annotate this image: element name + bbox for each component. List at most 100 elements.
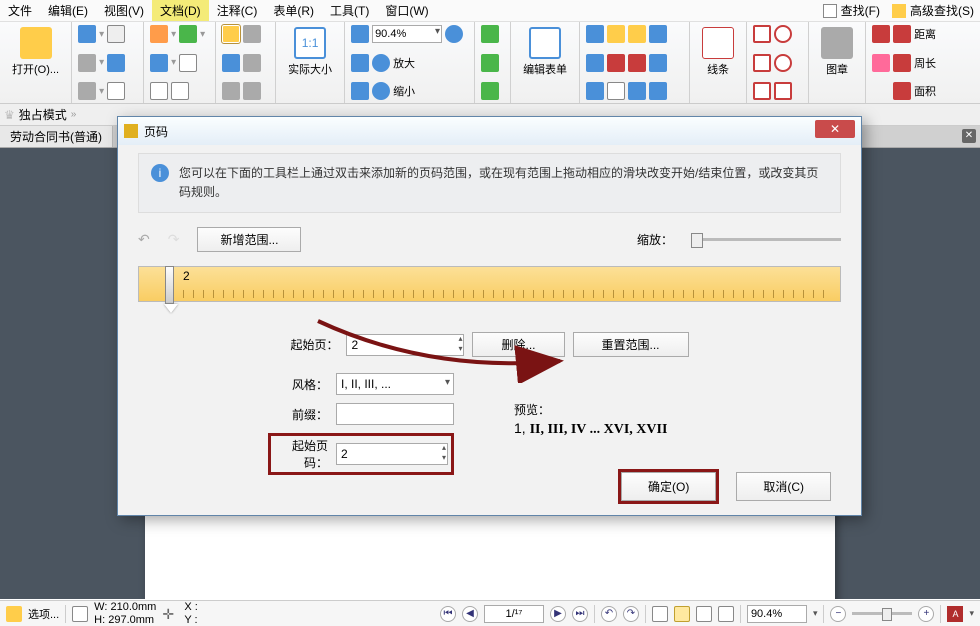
rotate-c-icon[interactable] <box>481 82 499 100</box>
shape5-icon[interactable] <box>753 82 771 100</box>
print-quick-icon[interactable] <box>107 25 125 43</box>
page-input[interactable] <box>484 605 544 623</box>
zoom-in-button[interactable]: + <box>918 606 934 622</box>
crop-icon[interactable] <box>243 82 261 100</box>
fit-page-icon[interactable] <box>351 82 369 100</box>
menu-document[interactable]: 文档(D) <box>152 0 209 21</box>
paste2-icon[interactable] <box>171 82 189 100</box>
zoom-out-button[interactable]: − <box>830 606 846 622</box>
tab-close-button[interactable]: ✕ <box>962 129 976 143</box>
actual-size-button[interactable]: 1:1 实际大小 <box>282 25 338 79</box>
start-num-input[interactable] <box>336 443 448 465</box>
fit-height-icon[interactable] <box>351 54 369 72</box>
edit-form-button[interactable]: 编辑表单 <box>517 25 573 79</box>
style-select[interactable] <box>336 373 454 395</box>
range-handle[interactable] <box>165 266 174 304</box>
shape1-icon[interactable] <box>753 25 771 43</box>
fit-width-icon[interactable] <box>351 25 369 43</box>
rotate-b-icon[interactable] <box>481 54 499 72</box>
layout-facing-icon[interactable] <box>696 606 712 622</box>
next-page-button[interactable]: ▶ <box>550 606 566 622</box>
document-tab[interactable]: 劳动合同书(普通) <box>0 126 113 147</box>
add-range-button[interactable]: 新增范围... <box>197 227 301 252</box>
shape2-icon[interactable] <box>774 25 792 43</box>
menu-comment[interactable]: 注释(C) <box>209 0 266 21</box>
pdf-icon[interactable]: A <box>947 606 963 622</box>
shape4-icon[interactable] <box>774 54 792 72</box>
shape3-icon[interactable] <box>753 54 771 72</box>
t2-icon[interactable] <box>607 25 625 43</box>
v1-icon[interactable] <box>586 82 604 100</box>
perim-icon[interactable] <box>872 54 890 72</box>
prefix-input[interactable] <box>336 403 454 425</box>
options-gear-icon[interactable] <box>6 606 22 622</box>
layout-cont-facing-icon[interactable] <box>718 606 734 622</box>
exclusive-mode-label[interactable]: 独占模式 <box>19 106 67 123</box>
area-icon[interactable] <box>893 82 911 100</box>
u4-icon[interactable] <box>649 54 667 72</box>
v4-icon[interactable] <box>649 82 667 100</box>
cancel-button[interactable]: 取消(C) <box>736 472 831 501</box>
select-icon[interactable] <box>222 82 240 100</box>
layout-cont-icon[interactable] <box>674 606 690 622</box>
dialog-close-button[interactable]: ✕ <box>815 120 855 138</box>
paste-icon[interactable] <box>150 82 168 100</box>
u3-icon[interactable] <box>628 54 646 72</box>
options-label[interactable]: 选项... <box>28 606 59 622</box>
mail-icon[interactable] <box>107 54 125 72</box>
reset-range-button[interactable]: 重置范围... <box>573 332 689 357</box>
line-button[interactable]: 线条 <box>696 25 740 79</box>
zoom-slider[interactable] <box>852 612 912 615</box>
menu-edit[interactable]: 编辑(E) <box>40 0 96 21</box>
dlg-zoom-slider[interactable] <box>691 238 841 241</box>
dialog-titlebar[interactable]: 页码 ✕ <box>118 117 861 145</box>
prev-page-button[interactable]: ◀ <box>462 606 478 622</box>
save-icon[interactable] <box>78 25 96 43</box>
last-page-button[interactable]: ⏭ <box>572 606 588 622</box>
shape6-icon[interactable] <box>774 82 792 100</box>
snapshot-icon[interactable] <box>243 25 261 43</box>
rotate-a-icon[interactable] <box>481 25 499 43</box>
start-page-input[interactable] <box>346 334 464 356</box>
delete-button[interactable]: 删除... <box>472 332 564 357</box>
zoom-in-icon[interactable] <box>372 54 390 72</box>
open-button[interactable]: 打开(O)... <box>6 25 65 79</box>
zoom-combo[interactable] <box>372 25 442 43</box>
perim2-icon[interactable] <box>893 54 911 72</box>
dist2-icon[interactable] <box>893 25 911 43</box>
menu-file[interactable]: 文件 <box>0 0 40 21</box>
dist-icon[interactable] <box>872 25 890 43</box>
cut-icon[interactable] <box>150 54 168 72</box>
u2-icon[interactable] <box>607 54 625 72</box>
zoom-status-combo[interactable] <box>747 605 807 623</box>
hand-icon[interactable] <box>222 25 240 43</box>
blank-icon[interactable] <box>107 82 125 100</box>
zoom-out-icon[interactable] <box>372 82 390 100</box>
first-page-button[interactable]: ⏮ <box>440 606 456 622</box>
scan-icon[interactable] <box>78 82 96 100</box>
back-button[interactable]: ↶ <box>601 606 617 622</box>
dlg-redo-button[interactable]: ↷ <box>168 231 180 248</box>
menu-find[interactable]: 查找(F) <box>817 0 886 21</box>
menu-tools[interactable]: 工具(T) <box>322 0 377 21</box>
u1-icon[interactable] <box>586 54 604 72</box>
ok-button[interactable]: 确定(O) <box>621 472 716 501</box>
chevron-double-icon[interactable]: » <box>71 109 77 120</box>
v3-icon[interactable] <box>628 82 646 100</box>
zoomin-btn-icon[interactable] <box>445 25 463 43</box>
menu-window[interactable]: 窗口(W) <box>377 0 436 21</box>
dlg-undo-button[interactable]: ↶ <box>138 231 150 248</box>
select-text-icon[interactable] <box>222 54 240 72</box>
range-ruler[interactable]: 2 <box>138 266 841 302</box>
fwd-button[interactable]: ↷ <box>623 606 639 622</box>
redo-icon[interactable] <box>179 25 197 43</box>
stamp-button[interactable]: 图章 <box>815 25 859 79</box>
menu-form[interactable]: 表单(R) <box>265 0 322 21</box>
select-annot-icon[interactable] <box>243 54 261 72</box>
t4-icon[interactable] <box>649 25 667 43</box>
print-icon[interactable] <box>78 54 96 72</box>
menu-adv-find[interactable]: 高级查找(S) <box>886 0 980 21</box>
menu-view[interactable]: 视图(V) <box>96 0 152 21</box>
v2-icon[interactable] <box>607 82 625 100</box>
t1-icon[interactable] <box>586 25 604 43</box>
